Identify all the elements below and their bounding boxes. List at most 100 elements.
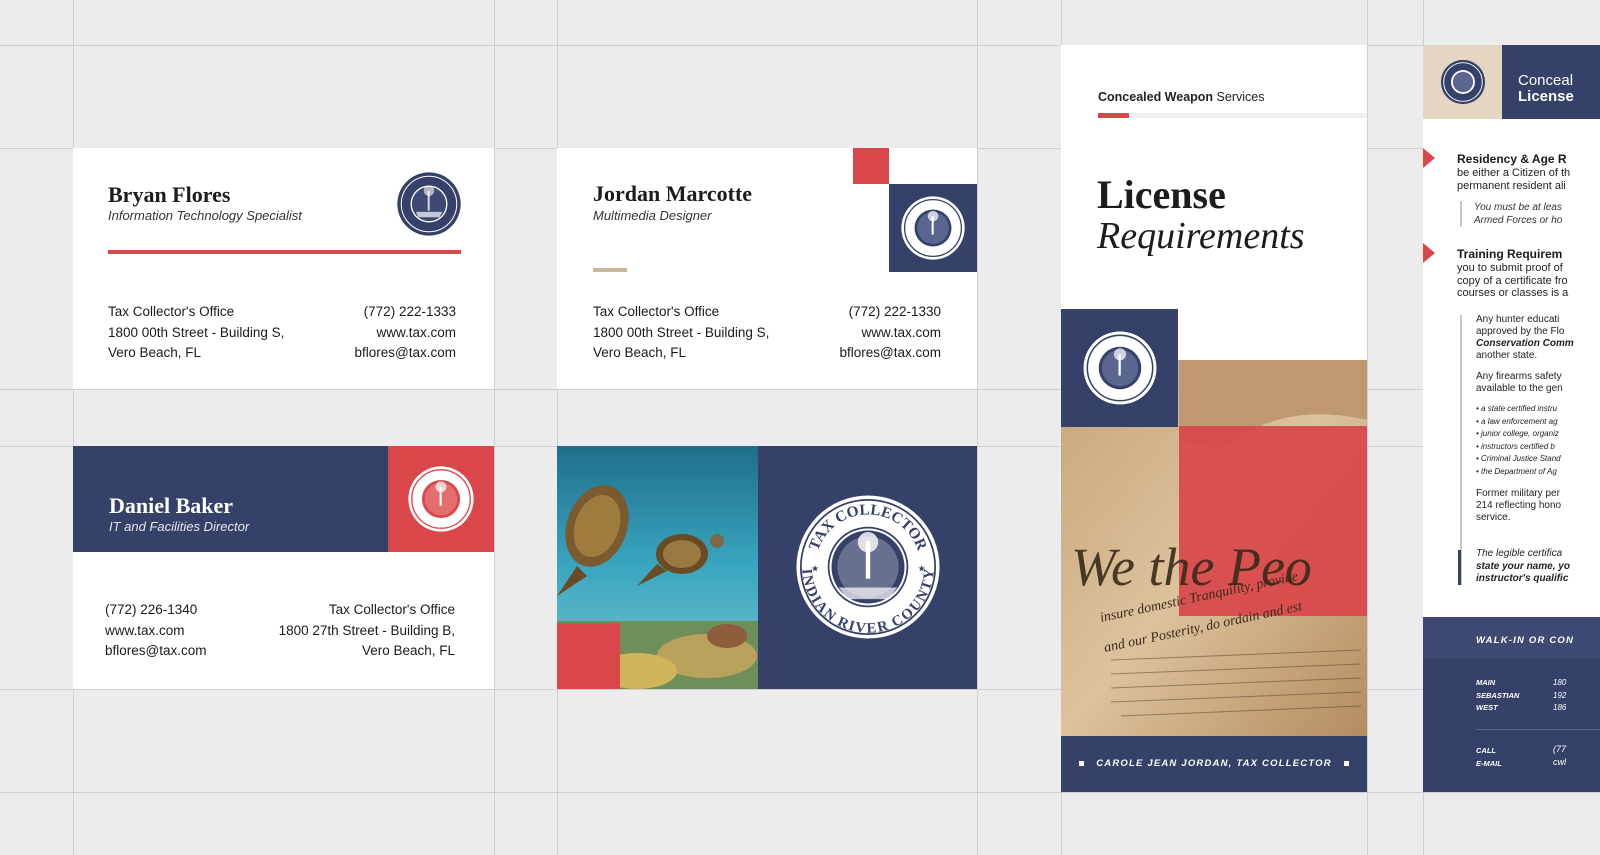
list-line: Any firearms safety <box>1476 371 1562 382</box>
phone-text: (772) 222-1330 <box>848 304 941 319</box>
bullet-list: • a state certified instru • a law enfor… <box>1476 404 1561 476</box>
address-line: 1800 00th Street - Building S, <box>108 324 285 340</box>
tan-seal-block <box>1423 45 1502 119</box>
list-line: Conservation Comm <box>1476 338 1574 349</box>
list-line: service. <box>1476 512 1511 523</box>
navy-seal-panel: TAX COLLECTOR INDIAN RIVER COUNTY ★ ★ <box>758 446 977 689</box>
tax-collector-seal-icon <box>1440 59 1486 105</box>
list-line: Former military per <box>1476 488 1560 499</box>
phone-text: (772) 226-1340 <box>105 602 198 617</box>
section-title: Training Requirem <box>1457 247 1563 261</box>
website-text: www.tax.com <box>376 324 456 340</box>
section-body: you to submit proof of copy of a certifi… <box>1457 262 1568 300</box>
contact-value: (77 <box>1553 744 1567 754</box>
section-marker-icon <box>1423 243 1435 263</box>
walkin-heading: WALK-IN OR CON <box>1476 635 1575 646</box>
sea-turtle-painting-image <box>557 446 758 689</box>
footer-bullet <box>1079 760 1085 766</box>
note-rule <box>1458 550 1461 585</box>
location-labels: MAIN SEBASTIAN WEST <box>1476 677 1519 715</box>
tax-collector-seal-icon: TAX COLLECTOR INDIAN RIVER COUNTY ★ ★ <box>796 495 940 639</box>
email-text: bflores@tax.com <box>354 345 457 360</box>
red-seal-block <box>388 446 494 552</box>
list-line: 214 reflecting hono <box>1476 500 1562 511</box>
office-text: Tax Collector's Office <box>593 304 720 319</box>
address-line: 1800 27th Street - Building B, <box>278 622 455 638</box>
brochure-title-line1: License <box>1097 172 1226 217</box>
brochure-license-requirements: Concealed Weapon Services License Requir… <box>1061 45 1367 792</box>
card-contact: (772) 222-1333 www.tax.com bflores@tax.c… <box>355 302 457 364</box>
location-values: 180 192 186 <box>1553 677 1566 715</box>
svg-text:★: ★ <box>918 563 926 573</box>
navy-seal-block <box>1061 309 1178 427</box>
note-line: state your name, yo <box>1476 560 1570 572</box>
bullet-item: the Department of Ag <box>1481 466 1557 476</box>
address-line: Vero Beach, FL <box>361 643 455 658</box>
business-card-bryan-flores: Bryan Flores Information Technology Spec… <box>73 148 494 389</box>
quote-line: You must be at leas <box>1474 202 1562 213</box>
footer-text: CAROLE JEAN JORDAN, TAX COLLECTOR <box>1096 758 1332 769</box>
body-line: be either a Citizen of th <box>1457 167 1571 179</box>
header-bold: Concealed Weapon <box>1098 90 1214 104</box>
bullet-item: instructors certified b <box>1481 441 1555 451</box>
office-text: Tax Collector's Office <box>328 602 455 617</box>
business-card-daniel-baker: Daniel Baker IT and Facilities Director … <box>73 446 494 689</box>
footer-bullet <box>1343 760 1349 766</box>
card-address: Tax Collector's Office 1800 27th Street … <box>279 600 455 662</box>
brochure2-header: Conceal License <box>1502 45 1600 119</box>
section-quote: You must be at leas Armed Forces or ho <box>1474 202 1562 227</box>
svg-text:★: ★ <box>811 563 819 573</box>
quote-line: Armed Forces or ho <box>1474 214 1563 226</box>
body-line: copy of a certificate fro <box>1457 274 1568 287</box>
brochure-header: Concealed Weapon Services <box>1098 90 1264 104</box>
email-text: bflores@tax.com <box>105 643 207 658</box>
card-title: IT and Facilities Director <box>109 519 250 534</box>
list-line: approved by the Flo <box>1476 326 1565 337</box>
location-label: SEBASTIAN <box>1476 690 1520 700</box>
card-contact: (772) 222-1330 www.tax.com bflores@tax.c… <box>840 302 942 364</box>
note-line: The legible certifica <box>1476 548 1563 559</box>
section-body: be either a Citizen of th permanent resi… <box>1457 167 1570 193</box>
header-line2: License <box>1518 88 1574 105</box>
grid-line <box>977 0 978 855</box>
navy-seal-block <box>889 184 977 272</box>
card-address: Tax Collector's Office 1800 00th Street … <box>593 302 769 364</box>
body-line: courses or classes is a <box>1457 287 1569 299</box>
contact-value: cwl <box>1553 757 1566 767</box>
brochure-title-line2: Requirements <box>1097 215 1305 257</box>
grid-line <box>73 0 74 855</box>
footer-divider <box>1476 729 1600 730</box>
list-line: Any hunter educati <box>1476 314 1560 325</box>
brochure2-footer: WALK-IN OR CON MAIN SEBASTIAN WEST 180 1… <box>1423 617 1600 792</box>
card-title: Multimedia Designer <box>593 208 712 223</box>
tax-collector-seal-icon <box>408 466 474 532</box>
header-rest: Services <box>1213 90 1265 104</box>
body-line: you to submit proof of <box>1457 262 1563 274</box>
grid-line <box>557 0 558 855</box>
list-rule <box>1460 315 1462 585</box>
contact-label: E-MAIL <box>1476 759 1502 768</box>
brochure-footer: CAROLE JEAN JORDAN, TAX COLLECTOR <box>1061 736 1367 792</box>
header-rule-accent <box>1098 113 1129 118</box>
business-card-jordan-marcotte: Jordan Marcotte Multimedia Designer Tax … <box>557 148 977 389</box>
card-name: Jordan Marcotte <box>593 181 753 206</box>
card-name: Daniel Baker <box>109 493 234 518</box>
white-gap <box>1178 309 1367 360</box>
section-marker-icon <box>1423 148 1435 168</box>
address-line: Vero Beach, FL <box>108 345 202 360</box>
body-line: permanent resident ali <box>1457 180 1566 192</box>
website-text: www.tax.com <box>105 622 185 638</box>
location-value: 180 <box>1553 678 1567 687</box>
website-text: www.tax.com <box>861 324 941 340</box>
accent-rule <box>108 250 461 254</box>
card-contact: (772) 226-1340 www.tax.com bflores@tax.c… <box>105 600 207 662</box>
contact-values: (77 cwl <box>1553 743 1566 769</box>
note-text: The legible certifica state your name, y… <box>1476 548 1570 586</box>
contact-label: CALL <box>1476 746 1496 755</box>
brochure-requirements-detail: Conceal License Residency & Age R be eit… <box>1423 45 1600 792</box>
card-address: Tax Collector's Office 1800 00th Street … <box>108 302 284 364</box>
red-block <box>853 148 889 184</box>
quote-rule <box>1460 201 1462 227</box>
list-line: available to the gen <box>1476 383 1563 394</box>
bullet-item: junior college, organiz <box>1481 429 1559 438</box>
